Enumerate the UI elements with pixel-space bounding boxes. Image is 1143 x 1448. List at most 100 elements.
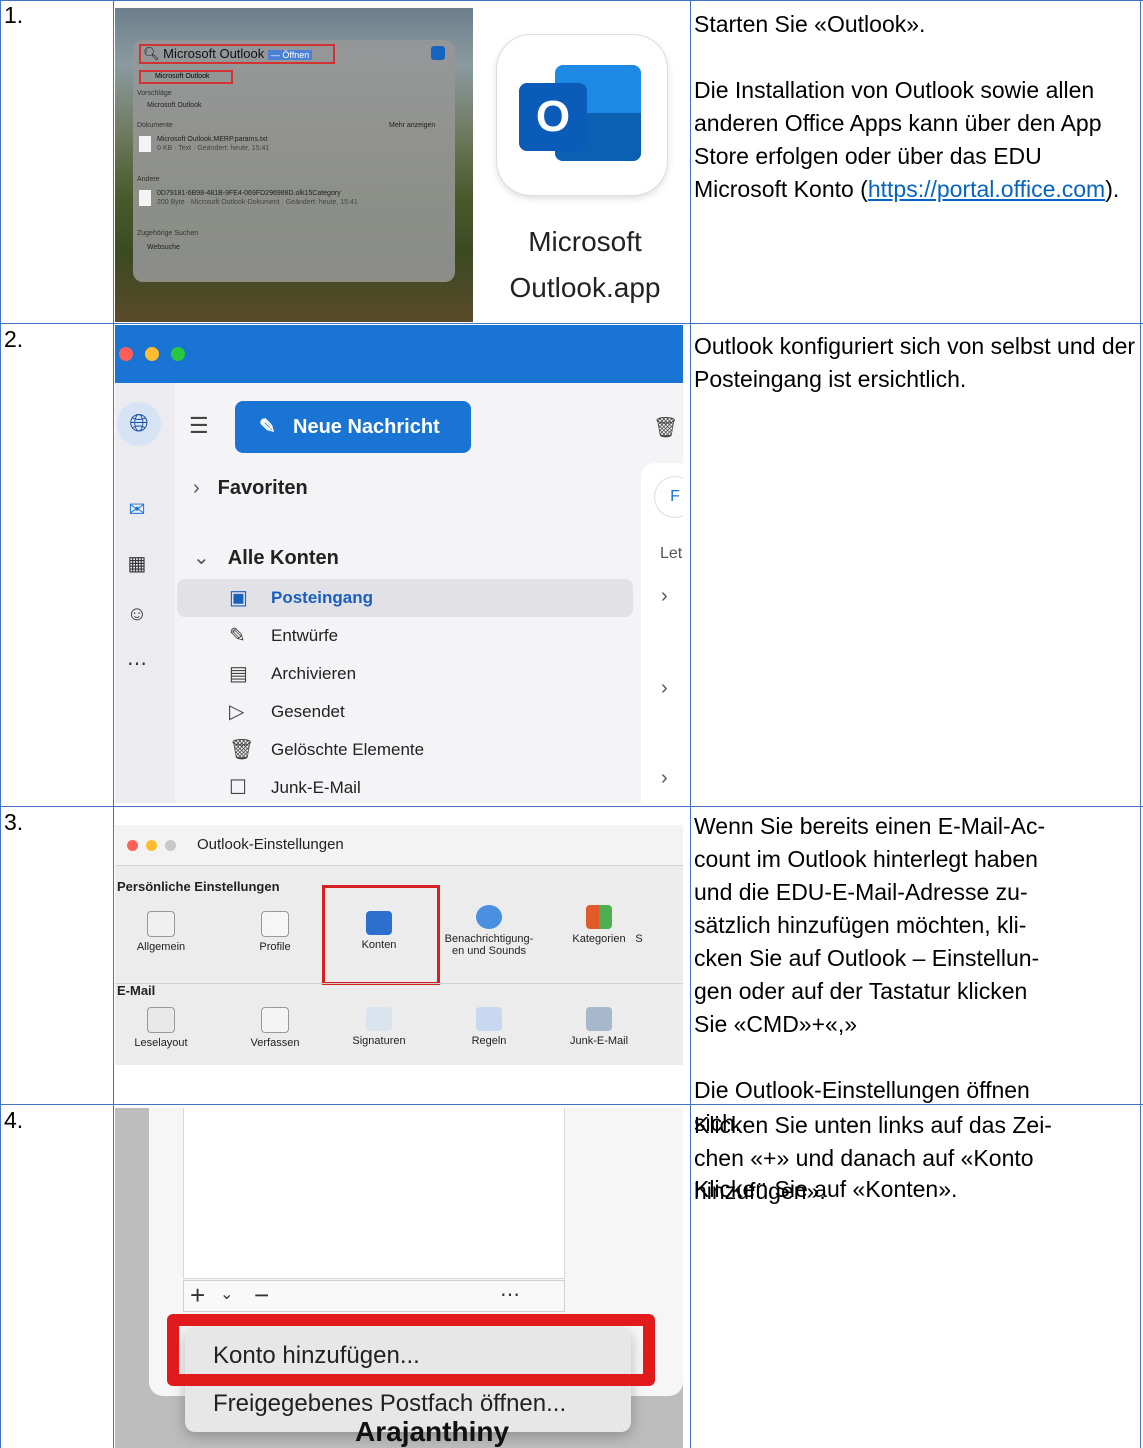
window-titlebar bbox=[115, 325, 683, 383]
menu-item-shared-mailbox[interactable]: Freigegebenes Postfach öffnen... bbox=[213, 1390, 566, 1418]
nav-rail bbox=[115, 383, 175, 803]
doc-meta: 0 KB · Text · Geändert: heute, 15:41 bbox=[157, 145, 270, 152]
step-description: Klicken Sie unten links auf das Zei- che… bbox=[694, 1109, 1138, 1208]
spotlight-search-field[interactable]: 🔍︎ Microsoft Outlook — Öffnen bbox=[139, 44, 335, 64]
minimize-dot[interactable] bbox=[145, 347, 159, 361]
all-accounts-section[interactable]: ⌄ Alle Konten bbox=[193, 545, 339, 570]
settings-junk[interactable]: Junk-E-Mail bbox=[549, 1007, 649, 1047]
trash-icon: 🗑︎ bbox=[229, 739, 255, 761]
description-line: chen «+» und danach auf «Konto bbox=[694, 1145, 1034, 1171]
description-line: Die Outlook-Einstellungen öffnen bbox=[694, 1077, 1030, 1103]
more-icon[interactable]: ⋯ bbox=[125, 651, 149, 676]
list-header-fragment: Let bbox=[660, 545, 683, 562]
plus-icon[interactable]: + bbox=[190, 1281, 205, 1309]
close-dot[interactable] bbox=[119, 347, 133, 361]
archive-icon: ▤ bbox=[229, 663, 248, 685]
description-line: gen oder auf der Tastatur klicken bbox=[694, 978, 1028, 1004]
section-other: Andere bbox=[137, 176, 160, 183]
suggestion-item[interactable]: Microsoft Outlook bbox=[147, 102, 201, 109]
step-number: 4. bbox=[4, 1107, 24, 1133]
outlook-letter: O bbox=[519, 83, 587, 151]
trash-icon[interactable]: 🗑︎ bbox=[653, 415, 678, 440]
outlook-app-icon: O bbox=[497, 35, 667, 195]
show-more-link[interactable]: Mehr anzeigen bbox=[389, 122, 435, 129]
step-number: 2. bbox=[4, 326, 24, 352]
web-search-item[interactable]: Websuche bbox=[147, 244, 180, 251]
folder-drafts[interactable]: ✎︎ Entwürfe bbox=[177, 617, 633, 655]
chevron-right-icon[interactable]: › bbox=[661, 767, 668, 790]
folder-junk[interactable]: ☐ Junk-E-Mail bbox=[177, 769, 633, 803]
email-heading: E-Mail bbox=[117, 983, 156, 998]
zoom-dot[interactable] bbox=[171, 347, 185, 361]
junk-folder-icon bbox=[586, 1007, 612, 1031]
favorites-section[interactable]: › Favoriten bbox=[193, 477, 308, 500]
settings-signatures[interactable]: Signaturen bbox=[329, 1007, 429, 1047]
settings-title: Outlook-Einstellungen bbox=[197, 836, 344, 853]
inbox-icon: ▣ bbox=[229, 587, 248, 609]
accounts-list bbox=[183, 1108, 565, 1279]
description-line: Sie «CMD»+«,» bbox=[694, 1011, 857, 1037]
folder-deleted[interactable]: 🗑︎ Gelöschte Elemente bbox=[177, 731, 633, 769]
app-label-line1: Microsoft bbox=[528, 226, 642, 257]
add-account-highlight bbox=[167, 1314, 655, 1386]
section-documents: Dokumente bbox=[137, 122, 173, 129]
other-name[interactable]: 0D79181-6B98-481B-9FE4-069FD296988D.olk1… bbox=[157, 190, 341, 197]
more-options-icon[interactable]: ⋯ bbox=[500, 1281, 520, 1309]
chevron-down-icon[interactable]: ⌄ bbox=[220, 1281, 233, 1309]
people-icon[interactable]: ☺︎ bbox=[125, 603, 149, 626]
settings-cut-item[interactable]: S bbox=[629, 933, 649, 945]
description-line: Starten Sie «Outlook». bbox=[694, 11, 926, 37]
spotlight-query: Microsoft Outlook bbox=[163, 46, 265, 61]
outlook-mini-icon bbox=[431, 46, 445, 60]
open-hint: — Öffnen bbox=[267, 50, 313, 60]
settings-compose[interactable]: Verfassen bbox=[225, 1007, 325, 1049]
step-number: 1. bbox=[4, 2, 24, 28]
close-dot[interactable] bbox=[127, 840, 138, 851]
spotlight-panel: 🔍︎ Microsoft Outlook — Öffnen Microsoft … bbox=[133, 40, 455, 282]
settings-profile[interactable]: Profile bbox=[225, 911, 325, 953]
minus-icon[interactable]: − bbox=[254, 1281, 269, 1309]
settings-general[interactable]: Allgemein bbox=[115, 911, 211, 953]
description-line: und die EDU-E-Mail-Adresse zu- bbox=[694, 879, 1028, 905]
chevron-right-icon[interactable]: › bbox=[661, 585, 668, 608]
settings-reading-layout[interactable]: Leselayout bbox=[115, 1007, 211, 1049]
step-description: Starten Sie «Outlook». Die Installation … bbox=[694, 8, 1138, 206]
folder-archive[interactable]: ▤ Archivieren bbox=[177, 655, 633, 693]
folder-inbox[interactable]: ▣ Posteingang bbox=[177, 579, 633, 617]
calendar-icon[interactable]: ▦ bbox=[125, 551, 149, 576]
minimize-dot[interactable] bbox=[146, 840, 157, 851]
description-line: Klicken Sie unten links auf das Zei- bbox=[694, 1112, 1052, 1138]
new-message-button[interactable]: ✎︎ Neue Nachricht bbox=[235, 401, 471, 453]
general-icon bbox=[147, 911, 175, 937]
signature-icon bbox=[366, 1007, 392, 1031]
description-line: sätzlich hinzufügen möchten, kli- bbox=[694, 912, 1027, 938]
instruction-table: 1. 🔍︎ Microsoft Outlook — Öffnen Microso… bbox=[0, 0, 1143, 1448]
divider bbox=[115, 983, 683, 984]
folder-sent[interactable]: ▷ Gesendet bbox=[177, 693, 633, 731]
profile-icon bbox=[261, 911, 289, 937]
settings-rules[interactable]: Regeln bbox=[439, 1007, 539, 1047]
rules-icon bbox=[476, 1007, 502, 1031]
add-account-screenshot: + ⌄ − ⋯ Konto hinzufügen... Freigegebene… bbox=[115, 1108, 683, 1448]
chevron-right-icon[interactable]: › bbox=[661, 677, 668, 700]
mail-icon[interactable]: ✉︎ bbox=[125, 497, 149, 522]
section-suggestions: Vorschläge bbox=[137, 90, 172, 97]
step-number: 3. bbox=[4, 809, 24, 835]
spotlight-top-hit[interactable]: Microsoft Outlook bbox=[139, 70, 233, 84]
other-meta: 200 Byte · Microsoft Outlook-Dokument · … bbox=[157, 199, 358, 206]
description-line: hinzufügen». bbox=[694, 1178, 826, 1204]
portal-link[interactable]: https://portal.office.com bbox=[868, 176, 1105, 202]
personal-settings-heading: Persönliche Einstellungen bbox=[117, 879, 280, 894]
compose-icon: ✎︎ bbox=[259, 416, 276, 438]
description-line: count im Outlook hinterlegt haben bbox=[694, 846, 1038, 872]
settings-notifications[interactable]: Benachrichtigung- en und Sounds bbox=[439, 905, 539, 957]
step-description: Outlook konfiguriert sich von selbst und… bbox=[694, 333, 1136, 392]
spotlight-screenshot: 🔍︎ Microsoft Outlook — Öffnen Microsoft … bbox=[115, 8, 473, 322]
send-icon: ▷ bbox=[229, 701, 245, 723]
globe-icon[interactable]: 🌐︎ bbox=[117, 402, 161, 446]
doc-name[interactable]: Microsoft Outlook.MERP.params.txt bbox=[157, 136, 267, 143]
chevron-right-icon: › bbox=[193, 477, 200, 499]
menu-icon[interactable]: ☰ bbox=[189, 413, 209, 439]
zoom-dot[interactable] bbox=[165, 840, 176, 851]
settings-titlebar: Outlook-Einstellungen bbox=[115, 825, 683, 866]
